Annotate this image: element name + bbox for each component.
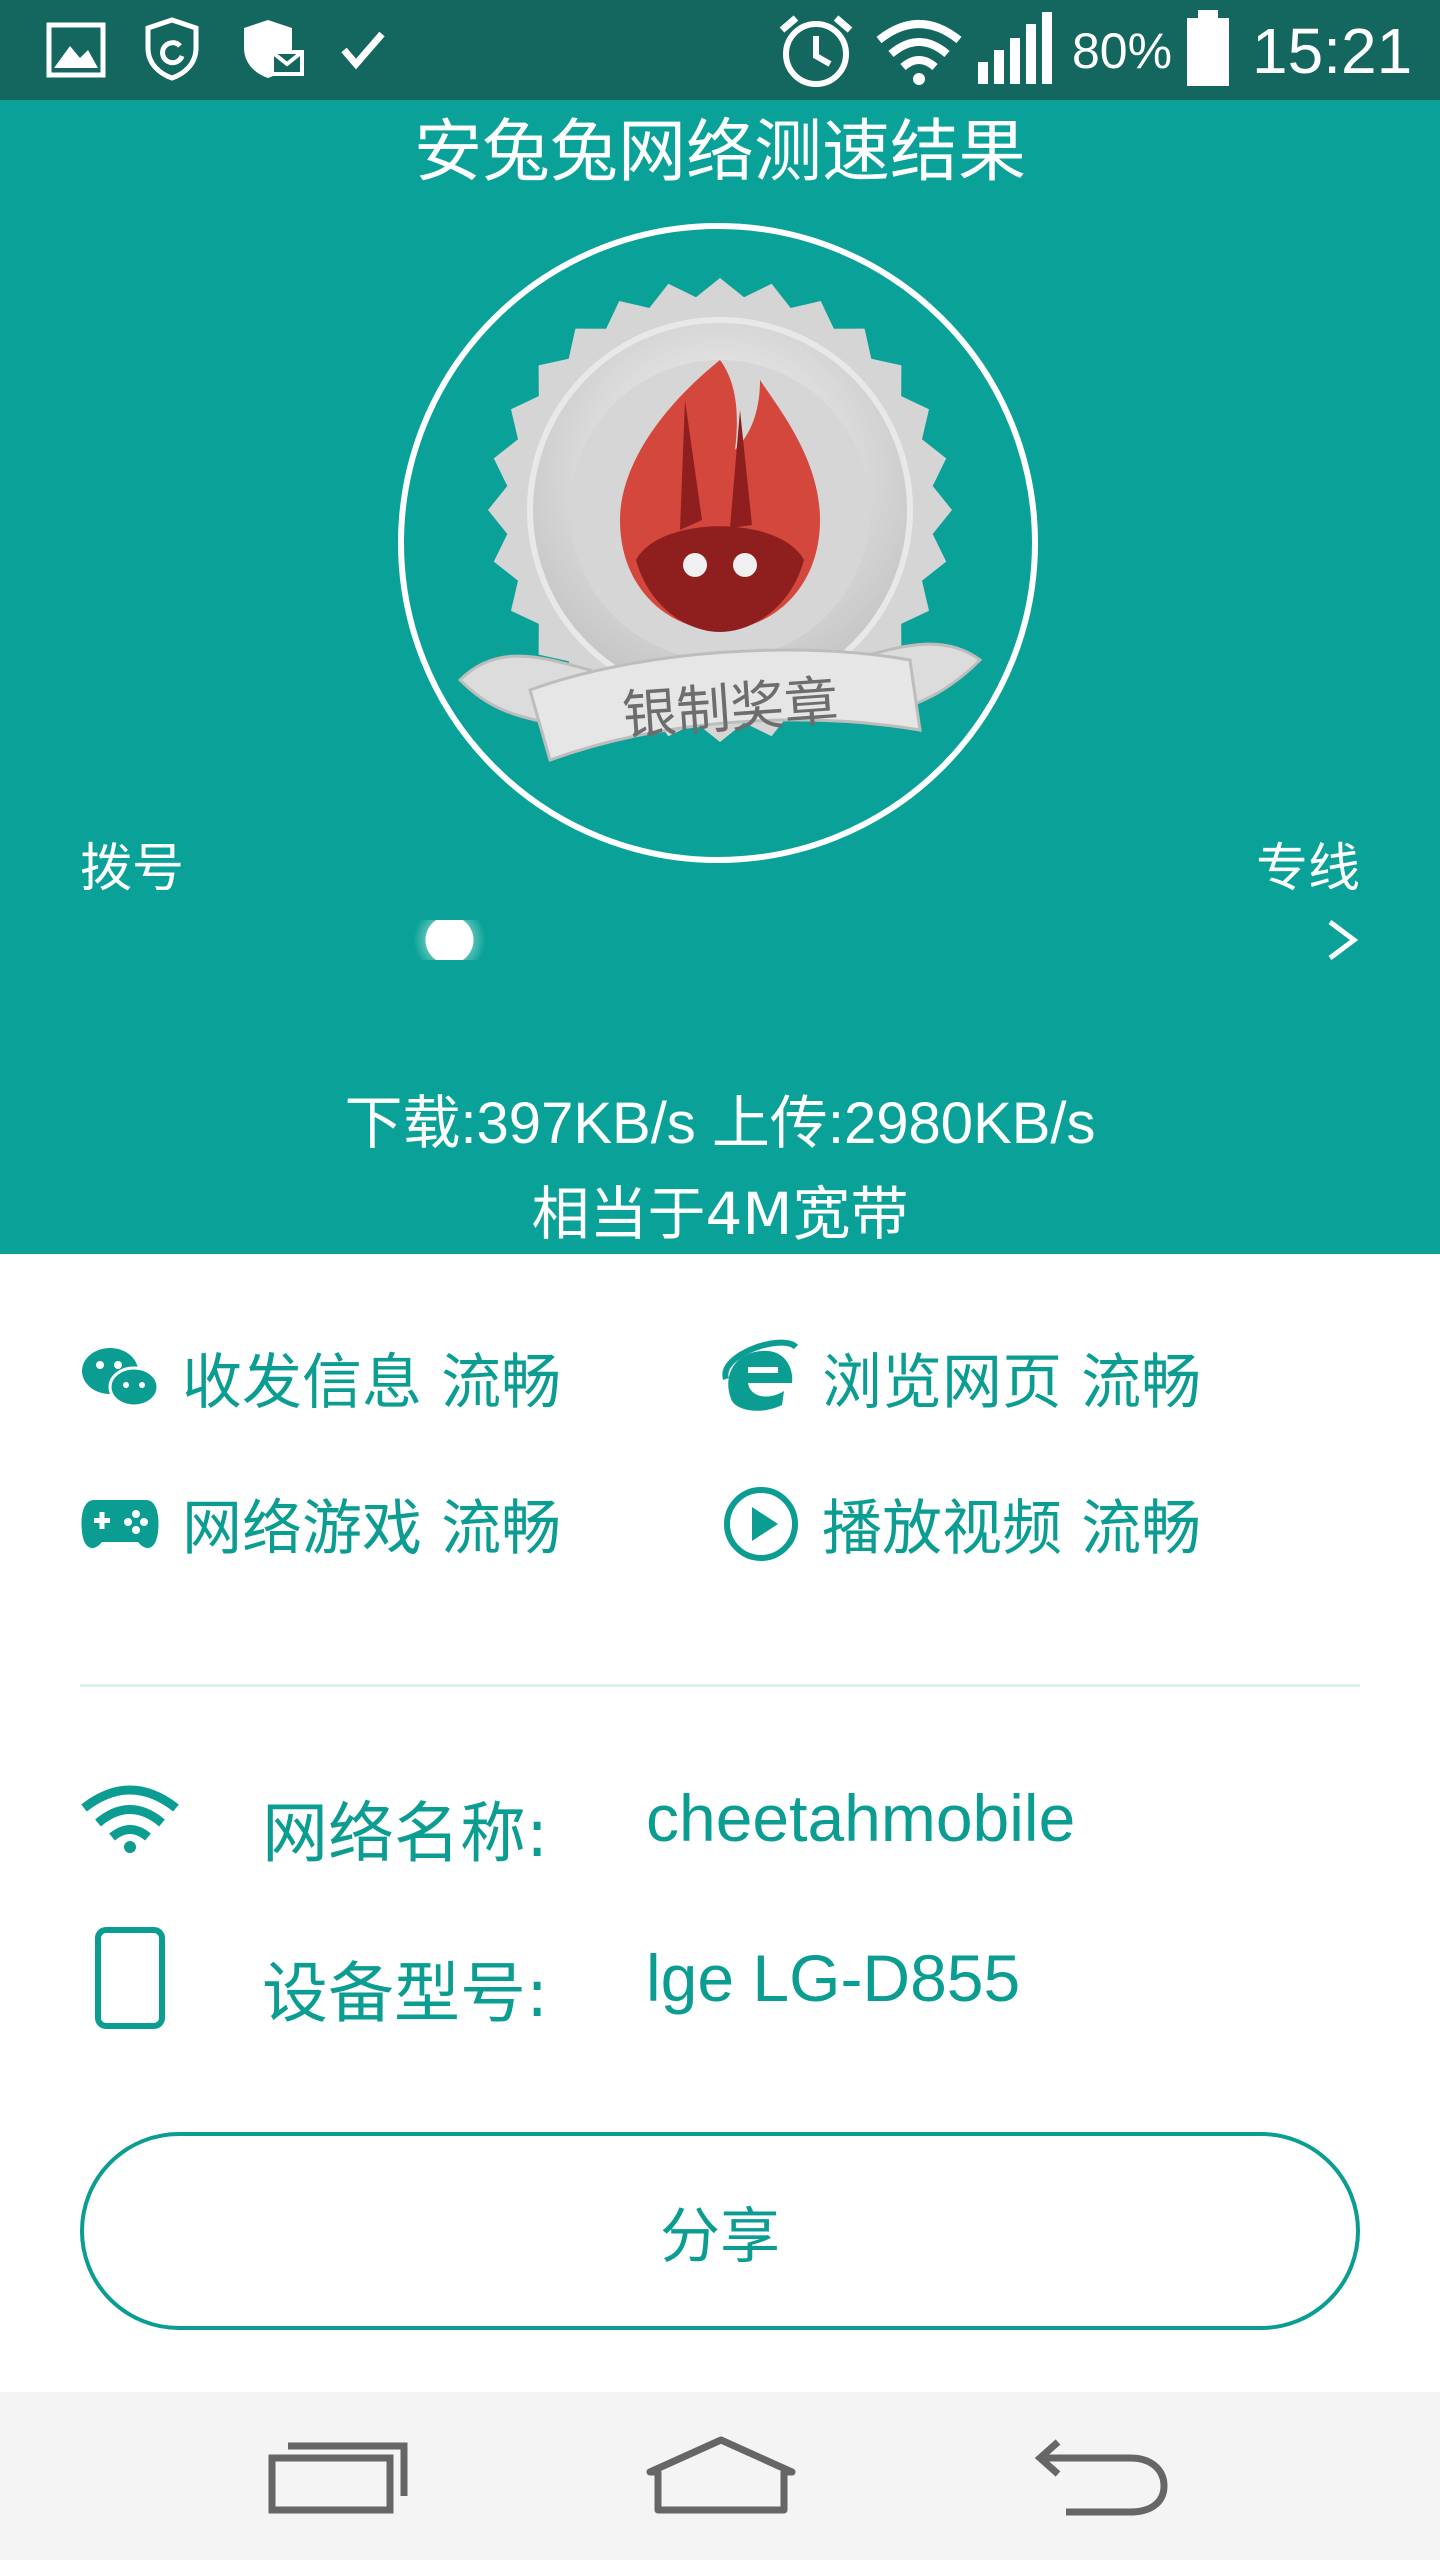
device-model-label: 设备型号: (262, 1955, 549, 2032)
feature-video: 播放视频 流畅 (722, 1480, 1201, 1567)
feature-browsing: 浏览网页 流畅 (722, 1334, 1201, 1421)
play-circle-icon (724, 1486, 798, 1561)
wifi-icon (876, 20, 962, 85)
feature-label: 播放视频 流畅 (822, 1494, 1202, 1564)
battery-icon (1187, 10, 1229, 86)
network-name-value: cheetahmobile (646, 1781, 1076, 1855)
scale-label-leased-line: 专线 (1255, 839, 1360, 899)
device-model-value: lge LG-D855 (646, 1941, 1021, 2015)
shield-mail-icon (244, 20, 304, 78)
feature-label: 收发信息 流畅 (182, 1348, 562, 1418)
feature-label: 网络游戏 流畅 (182, 1494, 562, 1564)
shield-refresh-icon (145, 17, 199, 81)
feature-gaming: 网络游戏 流畅 (80, 1480, 561, 1567)
feature-label: 浏览网页 流畅 (822, 1348, 1202, 1418)
scale-label-dialup: 拨号 (80, 839, 185, 899)
feature-messaging: 收发信息 流畅 (80, 1334, 561, 1421)
speed-marker (425, 920, 474, 960)
system-nav-bar (0, 2392, 1440, 2560)
battery-percent: 80% (1072, 23, 1173, 79)
alarm-icon (779, 15, 853, 87)
status-bar: 80% 15:21 (0, 0, 1440, 100)
page-title: 安兔兔网络测速结果 (413, 113, 1026, 192)
speed-result: 下载:397KB/s 上传:2980KB/s (344, 1091, 1096, 1156)
ie-browser-icon (722, 1339, 799, 1411)
divider (80, 1684, 1360, 1687)
image-icon (46, 22, 106, 78)
gamepad-icon (81, 1499, 159, 1548)
back-icon[interactable] (1030, 2438, 1170, 2518)
home-icon[interactable] (644, 2434, 798, 2514)
speed-scale (80, 920, 1359, 960)
bandwidth-equivalent: 相当于4M宽带 (531, 1180, 909, 1248)
wechat-icon (82, 1347, 160, 1407)
clock: 15:21 (1252, 15, 1413, 87)
network-name-label: 网络名称: (262, 1795, 549, 1872)
check-icon (341, 31, 385, 70)
wifi-icon (81, 1785, 179, 1853)
phone-icon (95, 1927, 165, 2029)
share-button[interactable]: 分享 (80, 2132, 1360, 2330)
signal-icon (978, 12, 1052, 84)
recent-apps-icon[interactable] (268, 2440, 408, 2516)
